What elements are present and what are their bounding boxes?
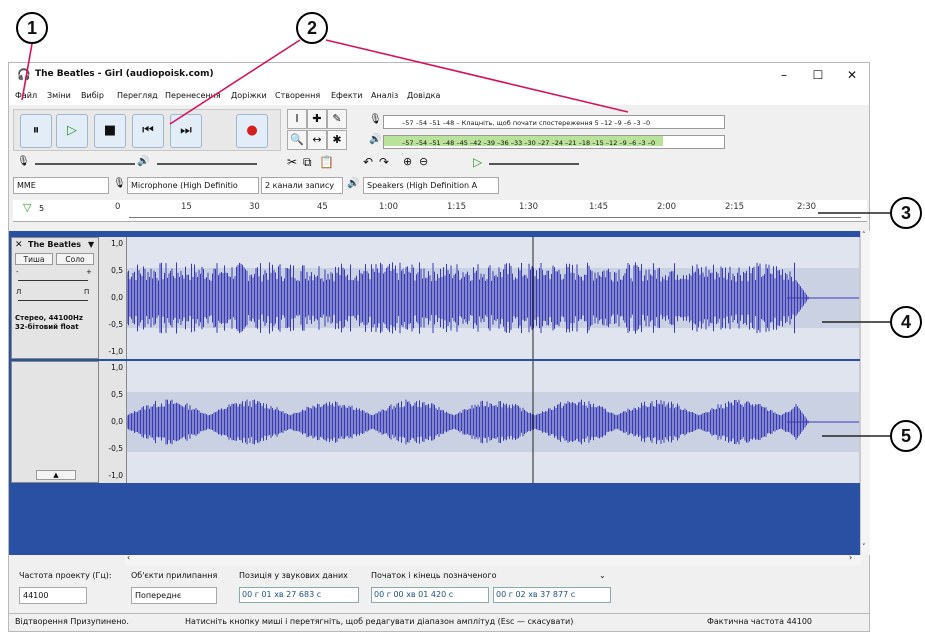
- callout-5: 5: [890, 420, 922, 452]
- callout-4: 4: [890, 306, 922, 338]
- callout-3: 3: [890, 197, 922, 229]
- callout-2: 2: [296, 12, 328, 44]
- callout-leader-lines: [21, 39, 890, 437]
- callout-1: 1: [16, 12, 48, 44]
